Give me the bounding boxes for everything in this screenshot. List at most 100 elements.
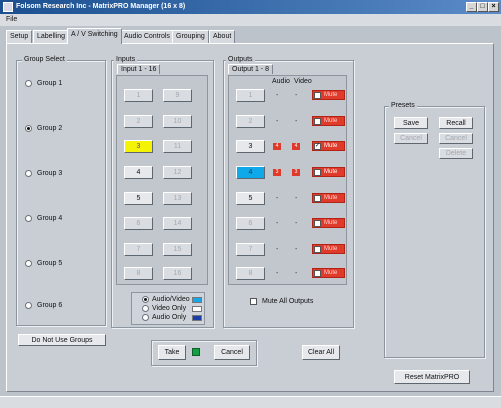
output-5-mute-label: Mute	[324, 195, 338, 201]
input-button-7[interactable]: 7	[124, 243, 153, 256]
cancel-button[interactable]: Cancel	[214, 345, 250, 360]
preset-recall-cancel-button[interactable]: Cancel	[439, 133, 473, 144]
preset-delete-button[interactable]: Delete	[439, 148, 473, 159]
input-button-2[interactable]: 2	[124, 115, 153, 128]
output-button-2[interactable]: 2	[236, 115, 265, 128]
group-5-label: Group 5	[37, 260, 63, 267]
group-3-radio[interactable]	[25, 170, 32, 177]
do-not-use-groups-button[interactable]: Do Not Use Groups	[18, 334, 106, 346]
video-column-header: Video	[294, 78, 312, 85]
group-6-radio[interactable]	[25, 302, 32, 309]
group-2-radio[interactable]	[25, 125, 32, 132]
mute-all-checkbox[interactable]	[250, 298, 257, 305]
input-button-15[interactable]: 15	[163, 243, 192, 256]
output-7-mute-checkbox[interactable]	[314, 245, 321, 253]
output-8-mute-checkbox[interactable]	[314, 269, 321, 277]
input-button-13[interactable]: 13	[163, 192, 192, 205]
output-button-6[interactable]: 6	[236, 217, 265, 230]
tab-setup[interactable]: Setup	[6, 30, 33, 43]
output-3-video: 4	[292, 143, 300, 150]
output-4-mute-checkbox[interactable]	[314, 168, 321, 176]
mode-audio-video-radio[interactable]	[142, 296, 149, 303]
input-button-16[interactable]: 16	[163, 267, 192, 280]
input-button-10[interactable]: 10	[163, 115, 192, 128]
mode-video-only-label: Video Only	[152, 305, 187, 312]
input-button-11[interactable]: 11	[163, 140, 192, 153]
mode-audio-video-label: Audio/Video	[152, 296, 190, 303]
output-2-mute[interactable]: Mute	[312, 116, 345, 126]
menu-bar: File	[0, 14, 501, 26]
output-3-mute-checkbox[interactable]: ✓	[314, 142, 321, 150]
output-7-mute[interactable]: Mute	[312, 244, 345, 254]
output-6-mute-checkbox[interactable]	[314, 219, 321, 227]
output-button-7[interactable]: 7	[236, 243, 265, 256]
output-7-audio: -	[276, 246, 279, 253]
input-button-9[interactable]: 9	[163, 89, 192, 102]
output-4-mute[interactable]: Mute	[312, 167, 345, 177]
output-3-mute-label: Mute	[324, 143, 338, 149]
input-button-8[interactable]: 8	[124, 267, 153, 280]
close-button[interactable]: ×	[488, 2, 499, 12]
output-5-mute-checkbox[interactable]	[314, 194, 321, 202]
output-1-mute-checkbox[interactable]	[314, 91, 321, 99]
output-3-audio: 4	[273, 143, 281, 150]
output-8-mute-label: Mute	[324, 270, 338, 276]
tab-grouping[interactable]: Grouping	[172, 30, 209, 43]
tab-av-switching[interactable]: A / V Switching	[67, 28, 122, 44]
inputs-title: Inputs	[114, 56, 138, 63]
menu-file[interactable]: File	[6, 16, 17, 23]
output-1-video: -	[295, 92, 298, 99]
video-only-swatch	[192, 306, 202, 312]
output-1-audio: -	[276, 92, 279, 99]
preset-recall-button[interactable]: Recall	[439, 117, 473, 129]
mode-audio-only-radio[interactable]	[142, 314, 149, 321]
output-3-mute[interactable]: ✓ Mute	[312, 141, 345, 151]
output-8-audio: -	[276, 270, 279, 277]
preset-save-cancel-button[interactable]: Cancel	[394, 133, 428, 144]
group-4-radio[interactable]	[25, 215, 32, 222]
output-6-mute[interactable]: Mute	[312, 218, 345, 228]
output-2-mute-label: Mute	[324, 118, 338, 124]
group-1-radio[interactable]	[25, 80, 32, 87]
tab-about[interactable]: About	[209, 30, 236, 43]
output-button-5[interactable]: 5	[236, 192, 265, 205]
outputs-title: Outputs	[226, 56, 255, 63]
output-button-8[interactable]: 8	[236, 267, 265, 280]
output-button-4[interactable]: 4	[236, 166, 265, 179]
output-button-1[interactable]: 1	[236, 89, 265, 102]
output-8-mute[interactable]: Mute	[312, 268, 345, 278]
presets-title: Presets	[389, 102, 417, 109]
output-range-tab[interactable]: Output 1 - 8	[228, 64, 273, 74]
output-2-mute-checkbox[interactable]	[314, 117, 321, 125]
input-range-tab[interactable]: Input 1 - 16	[117, 64, 161, 74]
input-button-3[interactable]: 3	[124, 140, 153, 153]
output-8-video: -	[295, 270, 298, 277]
tab-labelling[interactable]: Labelling	[33, 30, 70, 43]
output-4-audio: 3	[273, 169, 281, 176]
tab-audio-controls[interactable]: Audio Controls	[120, 30, 174, 43]
clear-all-button[interactable]: Clear All	[302, 345, 340, 360]
input-button-1[interactable]: 1	[124, 89, 153, 102]
output-6-video: -	[295, 220, 298, 227]
output-6-mute-label: Mute	[324, 220, 338, 226]
group-6-label: Group 6	[37, 302, 63, 309]
mode-video-only-radio[interactable]	[142, 305, 149, 312]
mute-all-label: Mute All Outputs	[262, 298, 314, 305]
output-1-mute[interactable]: Mute	[312, 90, 345, 100]
output-1-mute-label: Mute	[324, 92, 338, 98]
maximize-button[interactable]: □	[477, 2, 488, 12]
input-button-6[interactable]: 6	[124, 217, 153, 230]
group-5-radio[interactable]	[25, 260, 32, 267]
input-button-5[interactable]: 5	[124, 192, 153, 205]
input-button-14[interactable]: 14	[163, 217, 192, 230]
output-5-audio: -	[276, 195, 279, 202]
output-button-3[interactable]: 3	[236, 140, 265, 153]
preset-save-button[interactable]: Save	[394, 117, 428, 129]
minimize-button[interactable]: _	[466, 2, 477, 12]
group-select-frame	[16, 60, 106, 326]
output-5-mute[interactable]: Mute	[312, 193, 345, 203]
take-button[interactable]: Take	[158, 345, 186, 360]
input-button-4[interactable]: 4	[124, 166, 153, 179]
reset-matrixpro-button[interactable]: Reset MatrixPRO	[394, 370, 470, 384]
input-button-12[interactable]: 12	[163, 166, 192, 179]
